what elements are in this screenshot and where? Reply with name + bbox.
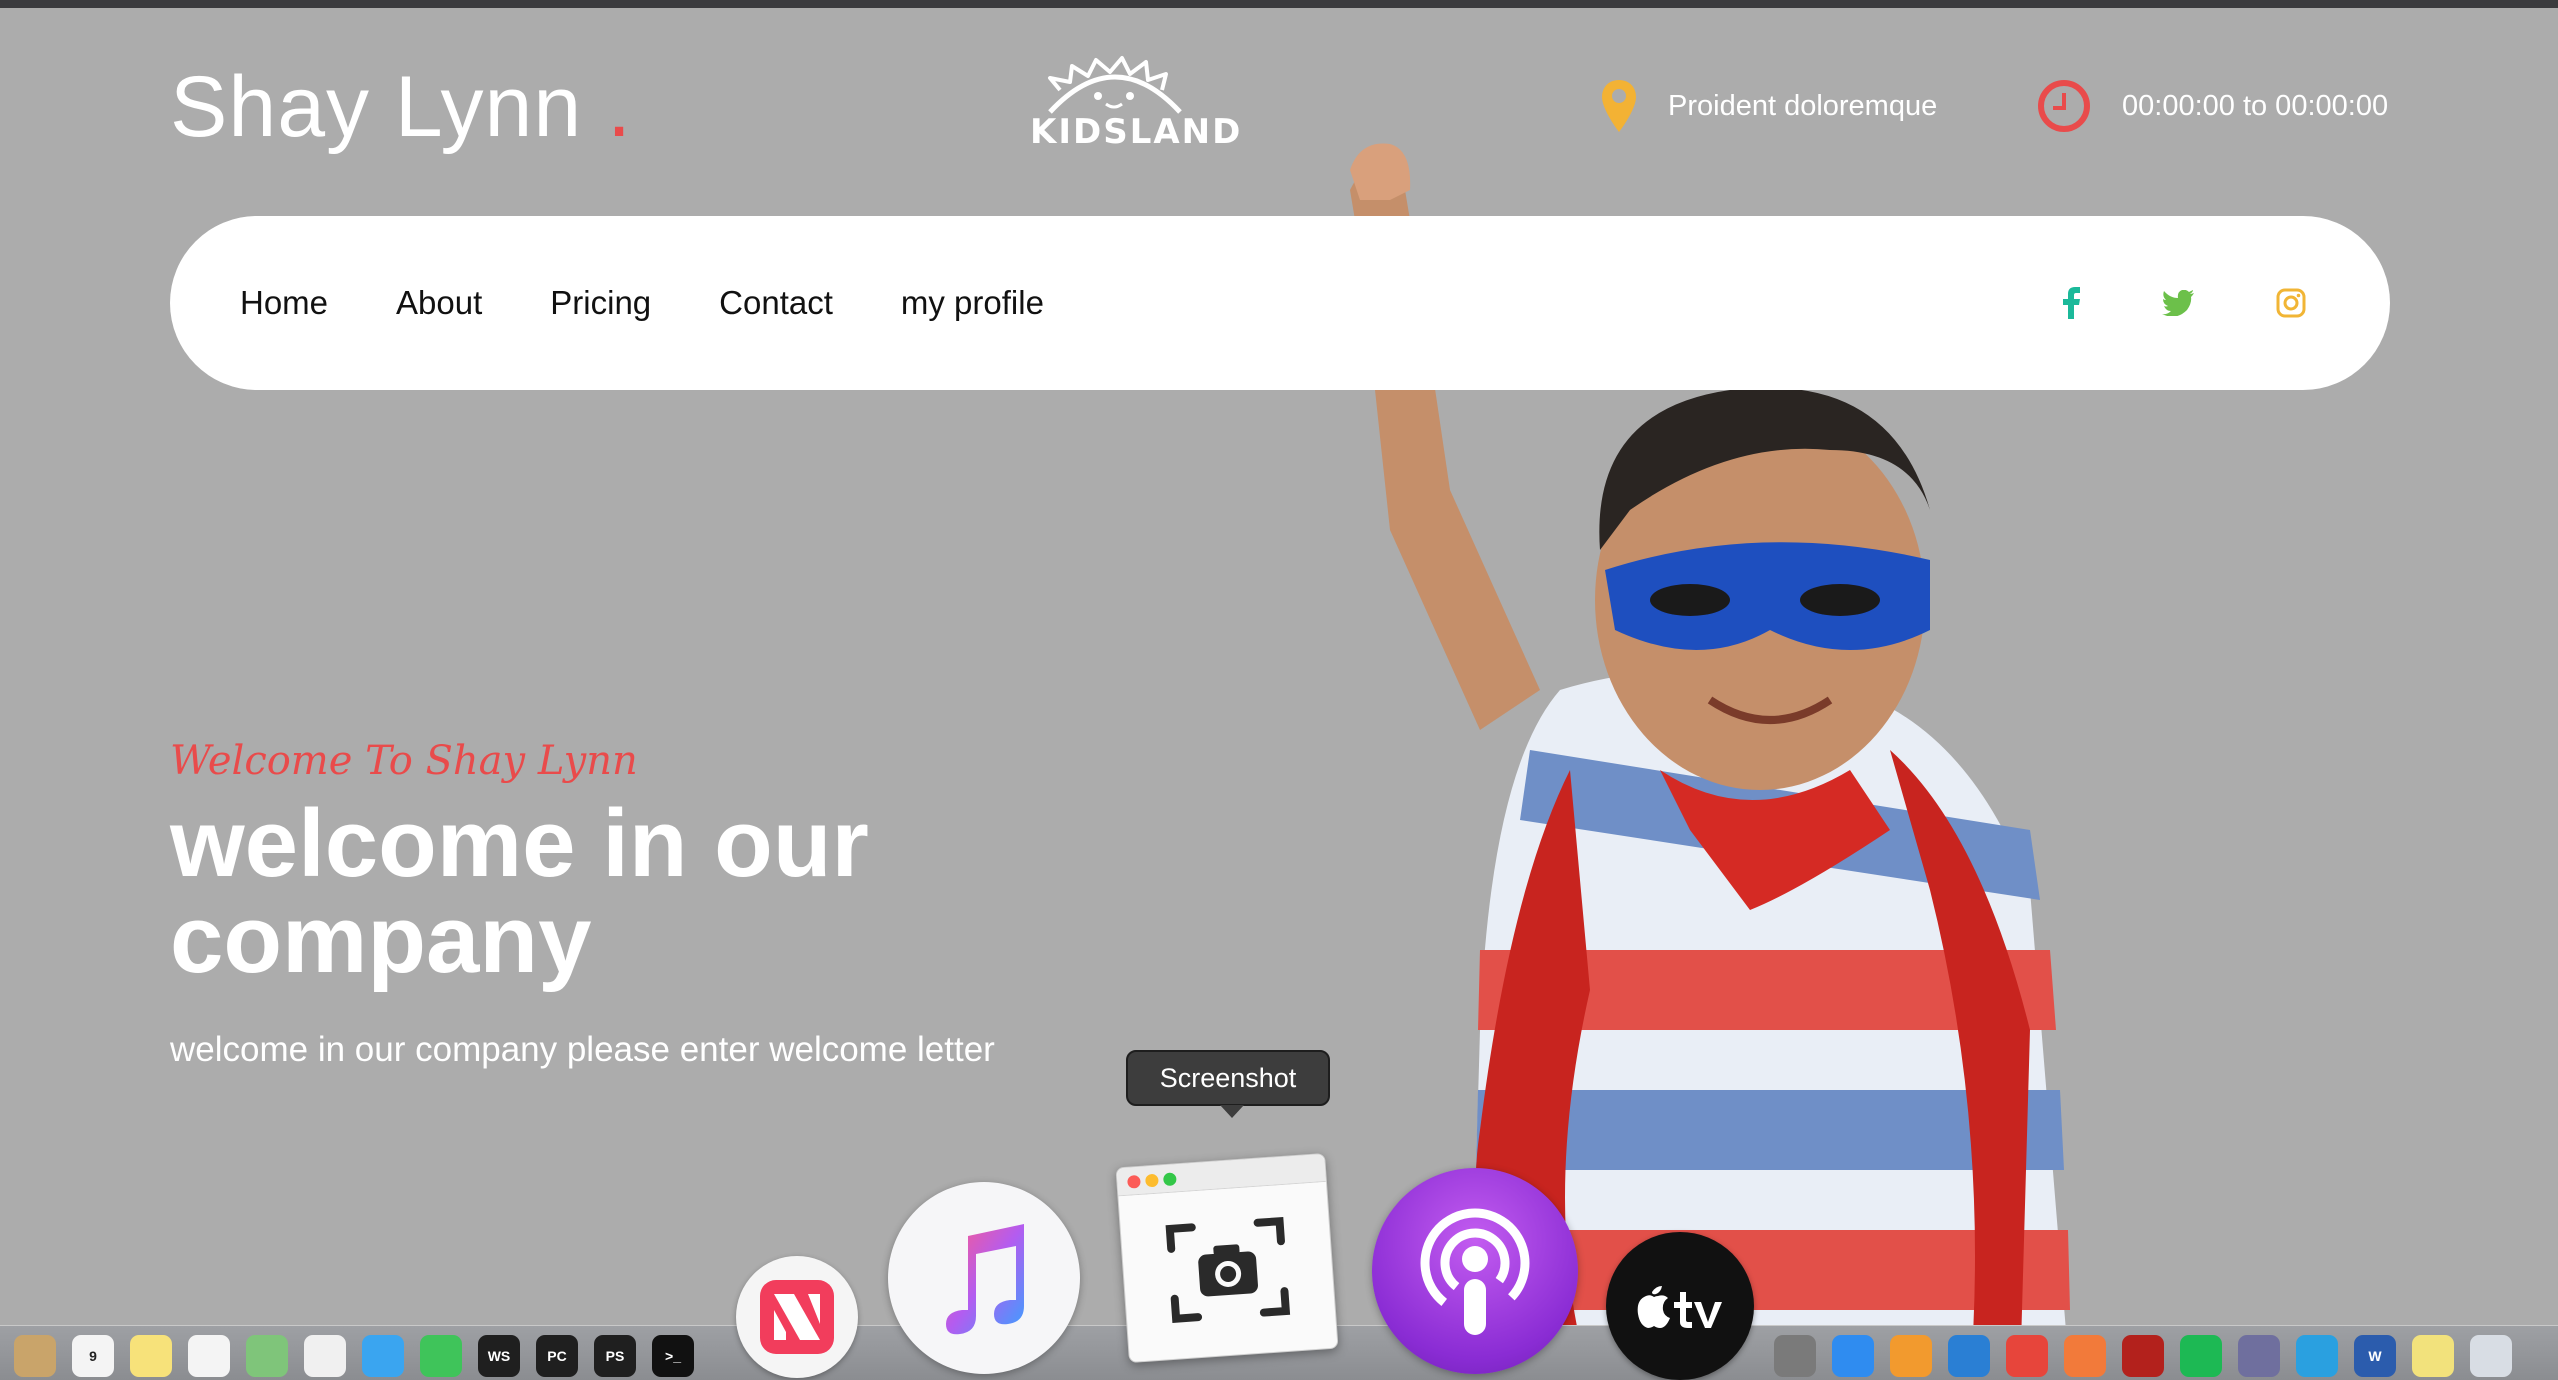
reminders-icon[interactable] xyxy=(188,1335,230,1377)
anydesk-icon[interactable] xyxy=(2006,1335,2048,1377)
brand-name: Shay Lynn xyxy=(170,59,583,155)
window-titlebar xyxy=(1116,1153,1326,1197)
terminal-label: >_ xyxy=(665,1348,681,1364)
hero-headline: welcome in our company xyxy=(170,790,869,993)
location-text: Proident doloremque xyxy=(1668,89,1938,122)
word-label: W xyxy=(2368,1348,2382,1364)
nav-about[interactable]: About xyxy=(396,284,482,322)
instagram-icon[interactable] xyxy=(2276,288,2306,318)
nav-my-profile[interactable]: my profile xyxy=(901,284,1044,322)
pycharm-label: PC xyxy=(547,1348,567,1364)
spotify-icon[interactable] xyxy=(2180,1335,2222,1377)
facetime-icon[interactable] xyxy=(420,1335,462,1377)
logo-text: KIDSLAND xyxy=(1030,112,1243,152)
terminal-icon[interactable]: >_ xyxy=(652,1335,694,1377)
podcasts-icon[interactable] xyxy=(1372,1168,1578,1374)
twitter-icon[interactable] xyxy=(2162,290,2194,316)
phpstorm-label: PS xyxy=(605,1348,625,1364)
screenshot-app-icon[interactable] xyxy=(1115,1152,1339,1364)
sticky-notes-icon[interactable] xyxy=(2412,1335,2454,1377)
music-icon[interactable] xyxy=(888,1182,1080,1374)
dock-left-apps: 9 WS PC PS >_ xyxy=(14,1334,710,1378)
calendar-label: 9 xyxy=(89,1348,97,1364)
social-links xyxy=(2062,216,2306,390)
safari-icon[interactable] xyxy=(2064,1335,2106,1377)
kidsland-logo[interactable]: KIDSLAND xyxy=(1030,52,1243,162)
preview-icon[interactable] xyxy=(2470,1335,2512,1377)
pycharm-icon[interactable]: PC xyxy=(536,1335,578,1377)
nav-links: Home About Pricing Contact my profile xyxy=(240,216,1044,390)
webstorm-icon[interactable]: WS xyxy=(478,1335,520,1377)
hero-script-text: Welcome To Shay Lynn xyxy=(170,738,638,784)
location-info: Proident doloremque xyxy=(1600,78,1937,134)
hours-text: 00:00:00 to 00:00:00 xyxy=(2122,89,2389,122)
photos-icon[interactable] xyxy=(304,1335,346,1377)
nav-pricing[interactable]: Pricing xyxy=(550,284,651,322)
close-dot-icon xyxy=(1127,1174,1141,1189)
stickies-icon[interactable] xyxy=(130,1335,172,1377)
books-icon[interactable] xyxy=(1890,1335,1932,1377)
nav-home[interactable]: Home xyxy=(240,284,328,322)
site-brand[interactable]: Shay Lynn . xyxy=(170,58,632,157)
hours-info: 00:00:00 to 00:00:00 xyxy=(2036,78,2388,134)
prime-video-icon[interactable] xyxy=(2296,1335,2338,1377)
clock-icon xyxy=(2036,78,2092,134)
webstorm-label: WS xyxy=(487,1348,511,1364)
nav-contact[interactable]: Contact xyxy=(719,284,833,322)
minimize-dot-icon xyxy=(1144,1173,1159,1188)
calendar-icon[interactable]: 9 xyxy=(72,1335,114,1377)
main-nav: Home About Pricing Contact my profile xyxy=(170,216,2390,390)
word-icon[interactable]: W xyxy=(2354,1335,2396,1377)
dock-right-apps: W xyxy=(1774,1334,2528,1378)
page: Shay Lynn . KIDSLAND Proident doloremque xyxy=(0,0,2558,1380)
camera-frame-icon xyxy=(1165,1216,1291,1323)
messages-icon[interactable] xyxy=(362,1335,404,1377)
facebook-icon[interactable] xyxy=(2062,287,2080,319)
zoom-dot-icon xyxy=(1162,1172,1177,1187)
system-preferences-icon[interactable] xyxy=(1774,1335,1816,1377)
maps-icon[interactable] xyxy=(246,1335,288,1377)
brand-dot: . xyxy=(607,59,633,155)
notes-app-icon[interactable] xyxy=(14,1335,56,1377)
hero-subtitle: welcome in our company please enter welc… xyxy=(170,1030,995,1069)
window-top-bar xyxy=(0,0,2558,8)
dock-tooltip: Screenshot xyxy=(1126,1050,1330,1118)
music-app-icon[interactable] xyxy=(2238,1335,2280,1377)
phpstorm-icon[interactable]: PS xyxy=(594,1335,636,1377)
app-store-icon[interactable] xyxy=(1832,1335,1874,1377)
apple-tv-icon[interactable] xyxy=(1606,1232,1754,1380)
vscode-icon[interactable] xyxy=(1948,1335,1990,1377)
news-app-icon[interactable] xyxy=(736,1256,858,1378)
location-pin-icon xyxy=(1600,78,1638,134)
acrobat-icon[interactable] xyxy=(2122,1335,2164,1377)
